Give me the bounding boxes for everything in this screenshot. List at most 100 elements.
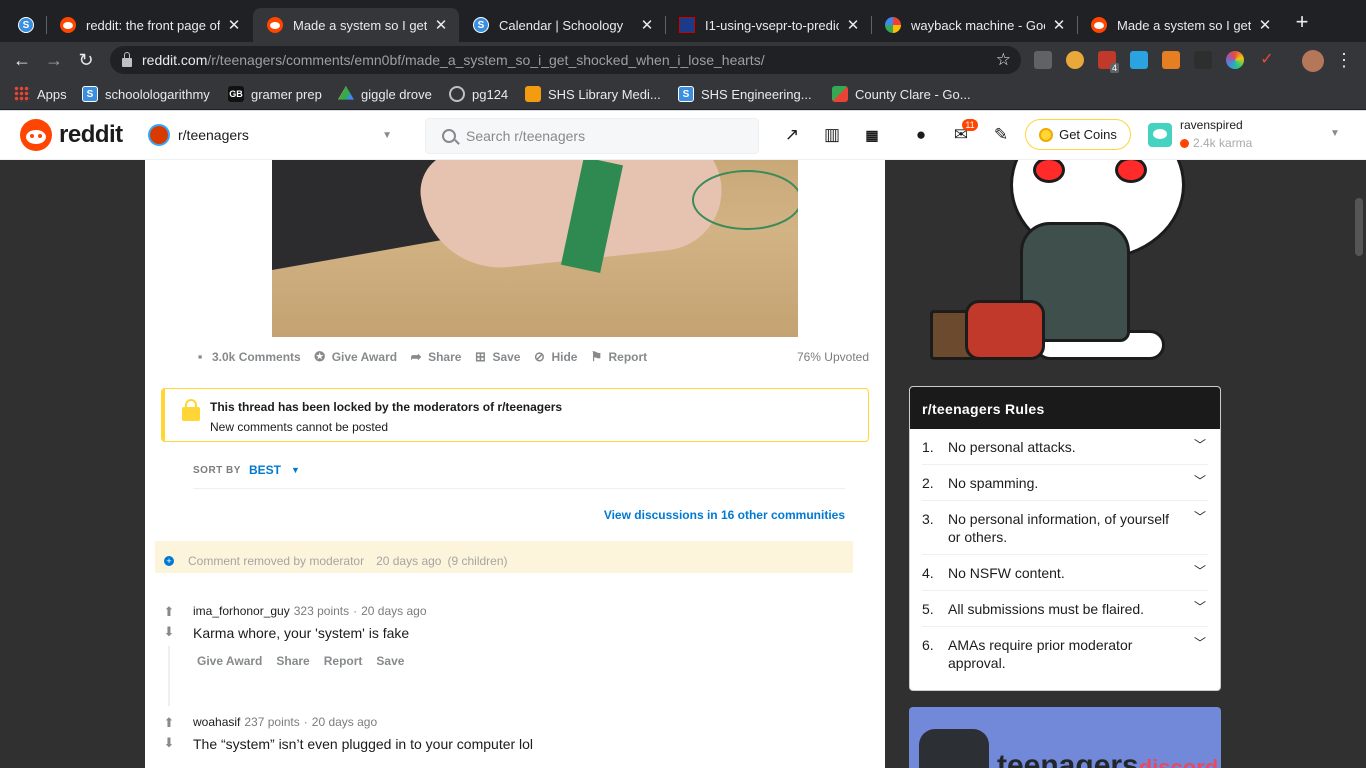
- tab-reddit-front[interactable]: reddit: the front page of t ✕: [46, 8, 252, 42]
- tab-vsepr[interactable]: I1-using-vsepr-to-predic ✕: [665, 8, 871, 42]
- tab-wayback[interactable]: wayback machine - Goog ✕: [871, 8, 1077, 42]
- close-icon[interactable]: ✕: [1257, 16, 1273, 34]
- close-icon[interactable]: ✕: [1051, 16, 1067, 34]
- extension-blue-icon[interactable]: [1130, 51, 1148, 69]
- comment-time[interactable]: 20 days ago: [361, 604, 426, 618]
- bookmark-star-icon[interactable]: ☆: [996, 50, 1011, 70]
- discord-banner[interactable]: teenagersdiscord: [909, 707, 1221, 768]
- community-switcher[interactable]: r/teenagers ▼: [146, 119, 400, 151]
- avatar: [1148, 123, 1172, 147]
- chevron-down-icon: ﹀: [1193, 600, 1206, 614]
- search-bar[interactable]: [425, 118, 759, 154]
- save-button[interactable]: Save: [376, 654, 404, 668]
- removed-children[interactable]: (9 children): [447, 554, 507, 568]
- bookmark-shs-library[interactable]: SHS Library Medi...: [525, 86, 661, 102]
- tab-calendar[interactable]: S Calendar | Schoology ✕: [459, 8, 665, 42]
- community-name: r/teenagers: [178, 127, 249, 143]
- bookmark-county-clare[interactable]: County Clare - Go...: [832, 86, 971, 102]
- close-icon[interactable]: ✕: [845, 16, 861, 34]
- chevron-down-icon: ﹀: [1193, 510, 1206, 524]
- save-button[interactable]: ⊞ Save: [473, 350, 520, 365]
- downvote-arrow-icon[interactable]: ⬇: [161, 735, 177, 751]
- bookmark-label: County Clare - Go...: [855, 86, 971, 102]
- back-arrow-icon[interactable]: ←: [12, 50, 32, 70]
- get-coins-button[interactable]: Get Coins: [1025, 119, 1131, 150]
- bookmark-shs-engineering[interactable]: S SHS Engineering...: [678, 86, 812, 102]
- username: ravenspired: [1180, 118, 1243, 132]
- trending-icon[interactable]: ↗: [782, 125, 802, 145]
- bookmark-schoolologarithmy[interactable]: S schoolologarithmy: [82, 86, 210, 102]
- other-discussions-link[interactable]: View discussions in 16 other communities: [604, 508, 845, 522]
- sort-dropdown[interactable]: SORT BY BEST ▼: [193, 463, 300, 477]
- page-scrollbar[interactable]: [1355, 198, 1363, 256]
- hide-button[interactable]: ⊘ Hide: [532, 350, 577, 365]
- close-icon[interactable]: ✕: [639, 16, 655, 34]
- reddit-wordmark[interactable]: reddit: [59, 121, 123, 149]
- rule-item[interactable]: 3. No personal information, of yourself o…: [922, 501, 1208, 555]
- give-award-button[interactable]: ✪ Give Award: [313, 350, 397, 365]
- comments-button[interactable]: ▪ 3.0k Comments: [193, 350, 301, 365]
- share-button[interactable]: Share: [276, 654, 309, 668]
- tab-reddit-post-2[interactable]: Made a system so I get s ✕: [1077, 8, 1283, 42]
- feed-grid-icon[interactable]: ▦: [862, 125, 882, 145]
- address-bar[interactable]: reddit.com/r/teenagers/comments/emn0bf/m…: [110, 46, 1021, 74]
- search-input[interactable]: [466, 128, 726, 144]
- rules-title: r/teenagers Rules: [910, 387, 1220, 429]
- report-button[interactable]: Report: [324, 654, 363, 668]
- google-drive-icon: [338, 86, 354, 100]
- rule-item[interactable]: 4. No NSFW content. ﹀: [922, 555, 1208, 591]
- give-award-button[interactable]: Give Award: [197, 654, 262, 668]
- close-icon[interactable]: ✕: [433, 16, 449, 34]
- upvote-arrow-icon[interactable]: ⬆: [161, 604, 177, 620]
- user-menu[interactable]: ravenspired 2.4k karma ▼: [1146, 114, 1346, 154]
- extension-dark-icon[interactable]: [1194, 51, 1212, 69]
- extension-red-check-icon[interactable]: ✓: [1258, 51, 1276, 69]
- sort-label: SORT BY: [193, 464, 241, 476]
- comment: ⬆ ⬇ woahasif 237 points · 20 days ago Th…: [161, 715, 861, 768]
- bookmark-pg124[interactable]: pg124: [449, 86, 508, 102]
- close-icon[interactable]: ✕: [226, 16, 242, 34]
- upvote-arrow-icon[interactable]: ⬆: [161, 715, 177, 731]
- extension-owl-icon[interactable]: [1066, 51, 1084, 69]
- rule-item[interactable]: 6. AMAs require prior moderator approval.…: [922, 627, 1208, 680]
- reload-icon[interactable]: ↻: [76, 50, 96, 70]
- report-button[interactable]: ⚑ Report: [589, 350, 648, 365]
- university-shield-icon: [679, 17, 695, 33]
- comment-author[interactable]: ima_forhonor_guy: [193, 604, 290, 618]
- post-media-video[interactable]: [272, 160, 798, 337]
- extension-color-icon[interactable]: [1226, 51, 1244, 69]
- extension-box-icon[interactable]: [1162, 51, 1180, 69]
- bookmark-apps[interactable]: Apps: [14, 86, 67, 102]
- rule-item[interactable]: 5. All submissions must be flaired. ﹀: [922, 591, 1208, 627]
- menu-kebab-icon[interactable]: ⋮: [1334, 50, 1354, 70]
- comment-author[interactable]: woahasif: [193, 715, 240, 729]
- forward-arrow-icon[interactable]: →: [44, 50, 64, 70]
- locked-subtitle: New comments cannot be posted: [210, 420, 389, 434]
- bookmark-label: Apps: [37, 86, 67, 102]
- library-icon: [525, 86, 541, 102]
- karma-icon: [1180, 138, 1189, 148]
- thread-line[interactable]: [168, 646, 170, 706]
- share-button[interactable]: ➦ Share: [409, 350, 462, 365]
- tab-active-post[interactable]: Made a system so I get s ✕: [253, 8, 459, 42]
- create-post-pencil-icon[interactable]: ✎: [991, 125, 1011, 145]
- bookmark-gramer-prep[interactable]: GB gramer prep: [228, 86, 322, 102]
- comment-meta: ima_forhonor_guy 323 points · 20 days ag…: [193, 604, 427, 618]
- reddit-icon: [1091, 17, 1107, 33]
- coin-icon: [1039, 127, 1054, 142]
- chat-icon[interactable]: ●: [911, 125, 931, 145]
- profile-avatar[interactable]: [1302, 50, 1324, 72]
- rule-item[interactable]: 1. No personal attacks. ﹀: [922, 429, 1208, 465]
- tab-title: reddit: the front page of t: [86, 17, 220, 33]
- rule-item[interactable]: 2. No spamming. ﹀: [922, 465, 1208, 501]
- bookmark-giggle-drove[interactable]: giggle drove: [338, 86, 432, 102]
- comment-time[interactable]: 20 days ago: [312, 715, 377, 729]
- downvote-arrow-icon[interactable]: ⬇: [161, 624, 177, 640]
- rules-list: 1. No personal attacks. ﹀ 2. No spamming. ﹀ …: [910, 429, 1220, 680]
- leaderboard-icon[interactable]: ▥: [822, 125, 842, 145]
- reddit-logo-icon[interactable]: [20, 119, 52, 151]
- new-tab-plus-icon[interactable]: +: [1292, 11, 1312, 33]
- expand-plus-icon[interactable]: +: [164, 556, 174, 566]
- tab-schoology-pinned[interactable]: S: [4, 8, 48, 42]
- extension-crx-icon[interactable]: [1034, 51, 1052, 69]
